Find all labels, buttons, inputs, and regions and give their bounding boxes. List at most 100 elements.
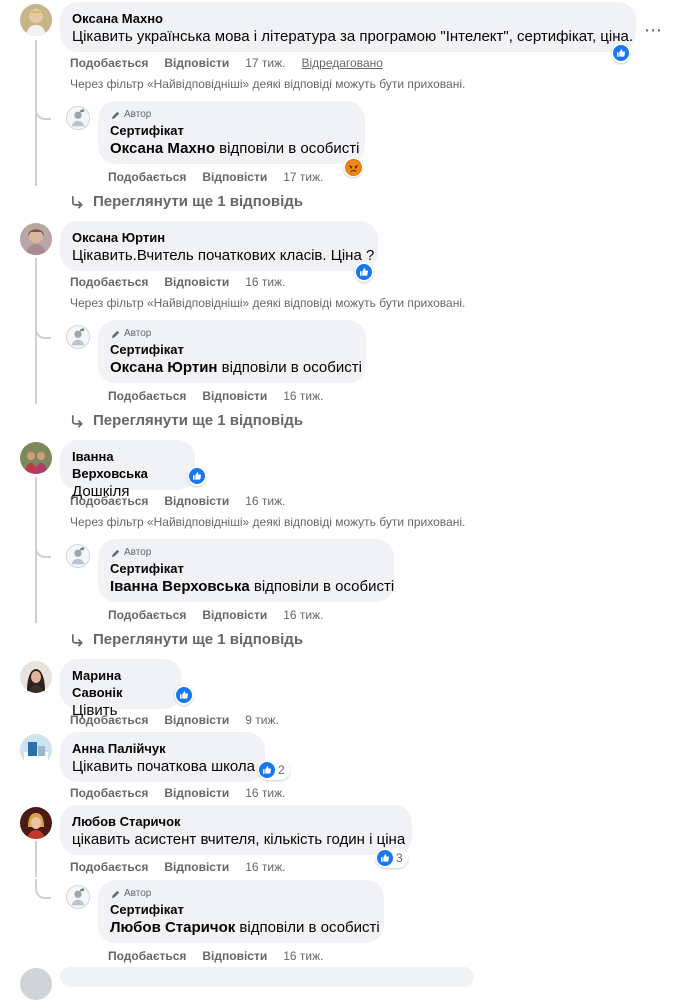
like-button[interactable]: Подобається [108,389,186,403]
author-avatar[interactable] [66,106,90,130]
comment-bubble: Оксана Юртин Цікавить.Вчитель початкових… [60,221,378,271]
author-badge-label: Автор [124,547,152,558]
reply-author[interactable]: Сертифікат [110,560,382,577]
reply-button[interactable]: Відповісти [164,56,229,70]
timestamp[interactable]: 16 тиж. [283,389,323,403]
reply-author[interactable]: Сертифікат [110,122,353,139]
comment-author[interactable]: Іванна Верховська [72,448,183,482]
reaction-count: 3 [396,851,403,865]
edited-link[interactable]: Відредаговано [301,56,382,70]
timestamp[interactable]: 16 тиж. [245,494,285,508]
avatar[interactable] [20,442,52,474]
timestamp[interactable]: 16 тиж. [283,949,323,963]
pen-icon [110,889,121,900]
like-button[interactable]: Подобається [108,170,186,184]
like-icon [613,45,629,61]
reaction-badge[interactable]: 2 [258,760,290,780]
like-button[interactable]: Подобається [70,786,148,800]
thread-curve [35,879,51,899]
reply-button[interactable]: Відповісти [164,786,229,800]
comment-author[interactable]: Оксана Юртин [72,229,366,246]
reply-arrow-icon [70,195,85,210]
reply-actions: Подобається Відповісти 16 тиж. [108,607,339,623]
reply-button[interactable]: Відповісти [164,275,229,289]
avatar[interactable] [20,734,52,766]
like-button[interactable]: Подобається [70,860,148,874]
timestamp[interactable]: 16 тиж. [283,608,323,622]
like-button[interactable]: Подобається [108,949,186,963]
view-more-replies[interactable]: Переглянути ще 1 відповідь [70,411,303,431]
like-icon [176,687,192,703]
reaction-badge[interactable] [612,43,630,63]
pen-icon [110,110,121,121]
author-avatar[interactable] [66,325,90,349]
author-badge: Автор [110,108,353,122]
reply-button[interactable]: Відповісти [202,170,267,184]
author-badge-label: Автор [124,328,152,339]
comment-author[interactable]: Анна Палійчук [72,740,253,757]
avatar[interactable] [20,968,52,1000]
avatar[interactable] [20,223,52,255]
comment-text: Цікавить.Вчитель початкових класів. Ціна… [72,247,375,264]
comment-bubble: Марина Савонік Цівить [60,659,182,719]
timestamp[interactable]: 16 тиж. [245,786,285,800]
thread-curve [35,538,51,558]
reaction-badge[interactable] [355,262,373,282]
thread-curve [35,319,51,339]
comment-author[interactable]: Оксана Махно [72,10,624,27]
timestamp[interactable]: 17 тиж. [245,56,285,70]
reaction-badge[interactable] [175,685,193,705]
comment-bubble: Анна Палійчук Цікавить початкова школа [60,732,265,782]
reaction-count: 2 [278,763,285,777]
avatar[interactable] [20,4,52,36]
comment-author[interactable]: Марина Савонік [72,667,170,701]
more-options-icon[interactable]: ⋯ [644,20,663,41]
reaction-badge[interactable]: 3 [376,848,408,868]
mentioned-user[interactable]: Оксана Махно [110,140,215,157]
like-button[interactable]: Подобається [70,275,148,289]
reply-button[interactable]: Відповісти [164,494,229,508]
reply-text: відповіли в особисті [239,919,380,936]
comment-actions: Подобається Відповісти 16 тиж. [70,859,301,875]
pen-icon [110,548,121,559]
angry-reaction[interactable] [343,157,363,177]
author-avatar[interactable] [66,544,90,568]
comment-author[interactable]: Любов Старичок [72,813,400,830]
thread-line [35,841,37,877]
reaction-badge[interactable] [188,466,206,486]
reply-author[interactable]: Сертифікат [110,341,354,358]
view-more-label: Переглянути ще 1 відповідь [93,412,304,429]
reply-arrow-icon [70,414,85,429]
reply-actions: Подобається Відповісти 17 тиж. [108,169,339,185]
view-more-replies[interactable]: Переглянути ще 1 відповідь [70,192,303,212]
filter-note: Через фільтр «Найвідповідніші» деякі від… [70,515,466,529]
view-more-label: Переглянути ще 1 відповідь [93,193,304,210]
avatar[interactable] [20,807,52,839]
timestamp[interactable]: 17 тиж. [283,170,323,184]
reply-author[interactable]: Сертифікат [110,901,372,918]
reply-button[interactable]: Відповісти [164,713,229,727]
like-icon [189,468,205,484]
reply-button[interactable]: Відповісти [164,860,229,874]
timestamp[interactable]: 16 тиж. [245,860,285,874]
timestamp[interactable]: 9 тиж. [245,713,279,727]
reply-button[interactable]: Відповісти [202,608,267,622]
reply-button[interactable]: Відповісти [202,389,267,403]
like-button[interactable]: Подобається [70,494,148,508]
comment-bubble: Любов Старичок цікавить асистент вчителя… [60,805,412,855]
mentioned-user[interactable]: Любов Старичок [110,919,235,936]
comment-actions: Подобається Відповісти 17 тиж. Відредагован… [70,55,383,71]
mentioned-user[interactable]: Оксана Юртин [110,359,217,376]
avatar[interactable] [20,661,52,693]
author-avatar[interactable] [66,885,90,909]
like-button[interactable]: Подобається [70,713,148,727]
mentioned-user[interactable]: Іванна Верховська [110,578,250,595]
like-button[interactable]: Подобається [70,56,148,70]
reply-bubble: Автор Сертифікат Любов Старичок відповіл… [98,880,384,943]
reply-button[interactable]: Відповісти [202,949,267,963]
timestamp[interactable]: 16 тиж. [245,275,285,289]
reply-bubble: Автор Сертифікат Оксана Юртин відповіли … [98,320,366,383]
like-button[interactable]: Подобається [108,608,186,622]
view-more-replies[interactable]: Переглянути ще 1 відповідь [70,630,303,650]
author-badge: Автор [110,887,372,901]
